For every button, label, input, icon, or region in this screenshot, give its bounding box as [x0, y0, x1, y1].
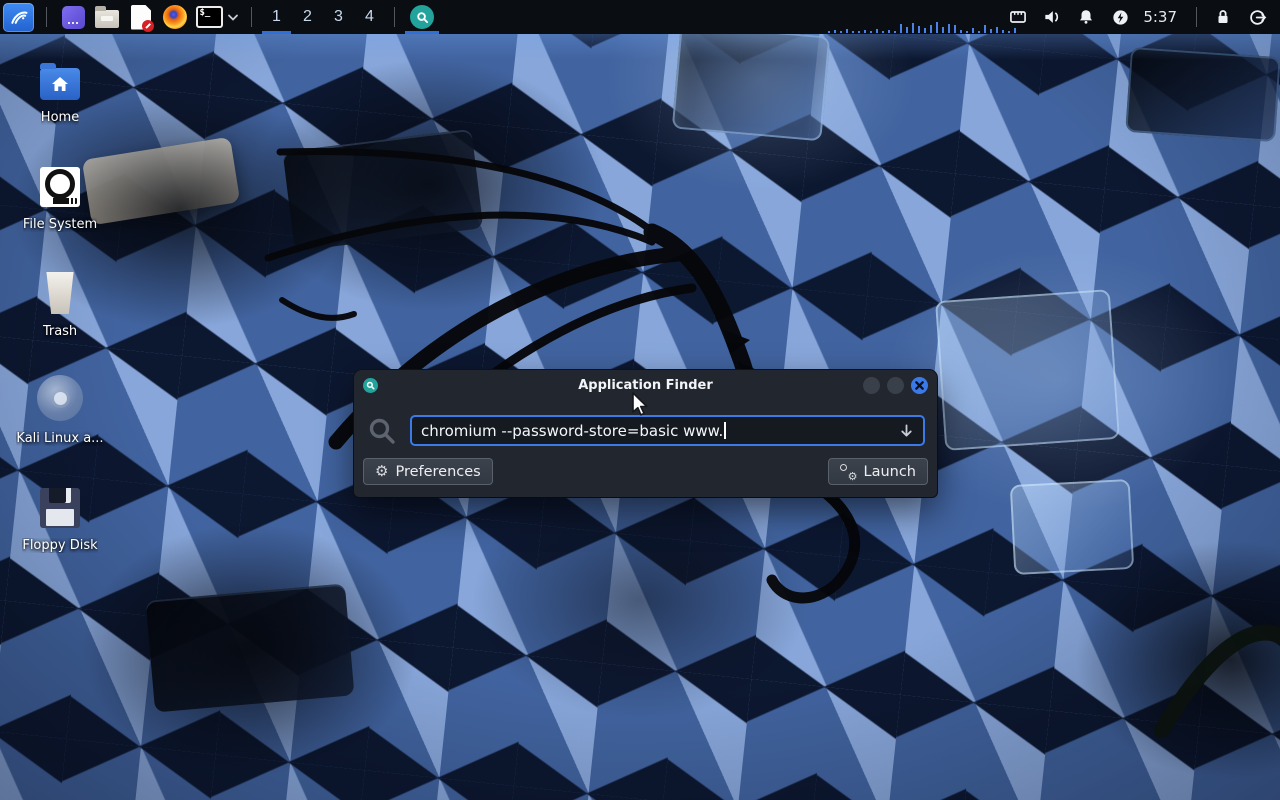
- terminal-icon: $_: [196, 6, 223, 28]
- desktop-icon-column: Home File System Trash Kali Linux a... F…: [10, 52, 110, 587]
- launcher-purple-app[interactable]: [59, 2, 87, 32]
- lock-screen-icon: [1214, 8, 1232, 26]
- command-input-value: chromium --password-store=basic www.: [421, 422, 723, 440]
- power-manager-tray-button[interactable]: [1103, 0, 1137, 34]
- gear-icon: ⚙: [375, 464, 388, 479]
- window-controls: [863, 377, 928, 394]
- launcher-firefox[interactable]: [161, 2, 189, 32]
- terminal-dropdown-button[interactable]: [227, 13, 239, 22]
- desktop-icon-floppy[interactable]: Floppy Disk: [10, 480, 110, 587]
- drive-icon: [40, 167, 80, 207]
- dialog-actions: ⚙ Preferences Launch: [354, 446, 937, 485]
- desktop-icon-label: Home: [41, 110, 79, 125]
- launch-button-label: Launch: [863, 464, 916, 480]
- mouse-cursor: [630, 392, 650, 418]
- application-finder-window: Application Finder chromium --password-s…: [354, 370, 937, 497]
- terminal-prompt-glyph: $_: [200, 8, 211, 18]
- command-input[interactable]: chromium --password-store=basic www.: [410, 415, 925, 446]
- panel-separator: [46, 7, 47, 27]
- launcher-terminal[interactable]: $_: [195, 2, 223, 32]
- logout-icon: [1248, 8, 1267, 27]
- desktop-icon-file-system[interactable]: File System: [10, 159, 110, 266]
- panel-separator: [1196, 7, 1197, 27]
- desktop-icon-kali-disc[interactable]: Kali Linux a...: [10, 373, 110, 480]
- workspace-button-1[interactable]: 1: [261, 0, 292, 34]
- power-manager-icon: [1111, 8, 1130, 27]
- purple-app-icon: [62, 6, 85, 29]
- text-editor-icon: [131, 5, 151, 30]
- application-finder-icon: [410, 5, 434, 29]
- preferences-button[interactable]: ⚙ Preferences: [363, 458, 493, 485]
- kali-dragon-icon: [9, 7, 29, 27]
- firefox-icon: [163, 5, 187, 29]
- panel-left: $_ 1 2 3 4: [0, 0, 440, 34]
- desktop-icon-trash[interactable]: Trash: [10, 266, 110, 373]
- desktop-icon-home[interactable]: Home: [10, 52, 110, 159]
- audio-visualizer: [828, 20, 1028, 33]
- desktop-icon-label: Floppy Disk: [22, 538, 97, 553]
- desktop-icon-label: Trash: [43, 324, 77, 339]
- workspace-button-4[interactable]: 4: [354, 0, 385, 34]
- close-button[interactable]: [911, 377, 928, 394]
- desktop-icon-label: File System: [23, 217, 97, 232]
- down-arrow-icon: [899, 423, 914, 438]
- launcher-file-manager[interactable]: [93, 2, 121, 32]
- preferences-button-label: Preferences: [395, 464, 480, 480]
- volume-tray-button[interactable]: [1035, 0, 1069, 34]
- disc-icon: [37, 375, 83, 421]
- notifications-tray-button[interactable]: [1069, 0, 1103, 34]
- home-folder-icon: [40, 68, 80, 100]
- close-icon: [915, 381, 924, 390]
- clock[interactable]: 5:37: [1143, 8, 1177, 26]
- kali-desktop: $_ 1 2 3 4: [0, 0, 1280, 800]
- audio-volume-icon: [1042, 7, 1062, 27]
- maximize-button[interactable]: [887, 377, 904, 394]
- launch-button[interactable]: Launch: [828, 458, 928, 485]
- launcher-text-editor[interactable]: [127, 2, 155, 32]
- panel-separator: [251, 7, 252, 27]
- history-dropdown-button[interactable]: [899, 423, 914, 438]
- window-title: Application Finder: [354, 378, 937, 393]
- workspace-button-3[interactable]: 3: [323, 0, 354, 34]
- lock-screen-button[interactable]: [1206, 0, 1240, 34]
- panel-separator: [394, 7, 395, 27]
- taskbar-application-finder[interactable]: [404, 0, 440, 34]
- panel-right: 5:37: [1001, 0, 1280, 34]
- text-caret: [724, 422, 726, 439]
- trash-icon: [43, 272, 77, 314]
- chevron-down-icon: [227, 13, 239, 22]
- file-manager-icon: [95, 10, 119, 28]
- applications-menu-button[interactable]: [3, 3, 34, 32]
- top-panel: $_ 1 2 3 4: [0, 0, 1280, 34]
- logout-button[interactable]: [1240, 0, 1274, 34]
- desktop-icon-label: Kali Linux a...: [16, 431, 103, 446]
- minimize-button[interactable]: [863, 377, 880, 394]
- workspace-button-2[interactable]: 2: [292, 0, 323, 34]
- search-icon: [367, 416, 397, 446]
- notification-bell-icon: [1077, 8, 1095, 26]
- floppy-icon: [40, 488, 80, 528]
- launch-run-icon: [840, 464, 856, 480]
